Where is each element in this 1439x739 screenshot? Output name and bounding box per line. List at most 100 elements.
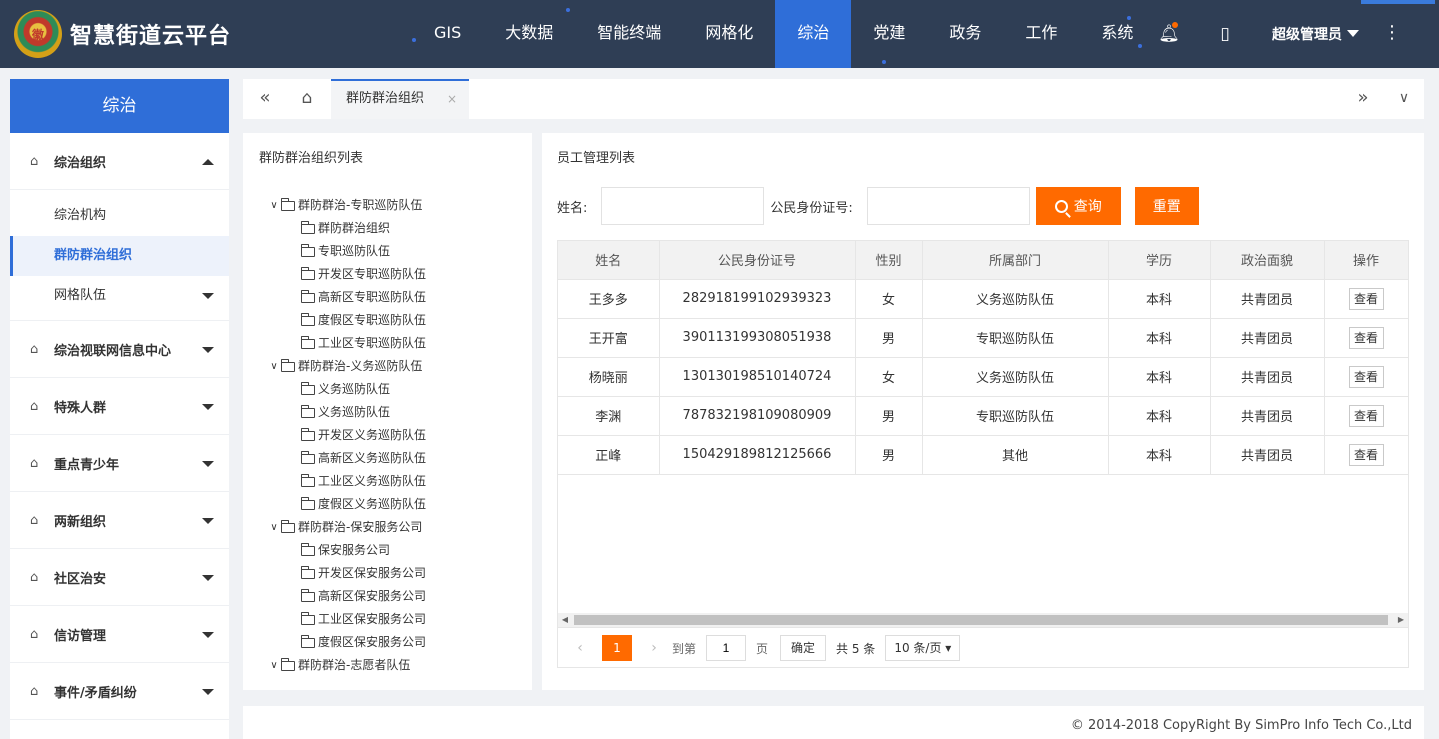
chevron-down-icon[interactable]: ∨ xyxy=(1384,79,1424,119)
home-icon: ⌂ xyxy=(30,684,39,699)
folder-icon xyxy=(281,657,295,671)
tree-node[interactable]: 保安服务公司 xyxy=(259,539,532,562)
tree-node[interactable]: 群防群治组织 xyxy=(259,217,532,240)
tree-node[interactable]: ∨ 群防群治-志愿者队伍 xyxy=(259,654,532,677)
tree-node[interactable]: 高新区义务巡防队伍 xyxy=(259,447,532,470)
sidebar: 综治 ⌂ 综治组织综治机构群防群治组织 网格队伍 ⌂ 综治视联网信息中心 ⌂ 特殊人群 ⌂ 重点… xyxy=(10,79,229,739)
tree-node[interactable]: 义务巡防队伍 xyxy=(259,378,532,401)
horizontal-scrollbar[interactable]: ◀ ▶ xyxy=(558,613,1408,627)
folder-icon xyxy=(301,312,315,326)
sidebar-group[interactable]: ⌂ 重点青少年 xyxy=(10,435,229,492)
nav-item[interactable]: 工作 xyxy=(1003,0,1079,68)
view-button[interactable]: 查看 xyxy=(1348,365,1384,388)
cell-gender: 男 xyxy=(855,396,923,436)
expand-toggle-icon[interactable]: ∨ xyxy=(267,194,281,217)
sidebar-group[interactable]: ⌂ 综治视联网信息中心 xyxy=(10,321,229,378)
sidebar-subitem[interactable]: 综治机构 xyxy=(10,196,229,236)
close-icon[interactable]: × xyxy=(447,81,457,117)
search-form: 姓名: 公民身份证号: 查询 重置 xyxy=(557,187,1199,225)
nav-item[interactable]: 智能终端 xyxy=(575,0,683,68)
scroll-right-icon[interactable]: ▶ xyxy=(1394,613,1408,627)
table-header-row: 姓名 公民身份证号 性别 所属部门 学历 政治面貌 操作 xyxy=(558,241,1409,280)
nav-item[interactable]: 网格化 xyxy=(683,0,775,68)
tree-node[interactable]: 开发区保安服务公司 xyxy=(259,562,532,585)
tree-node[interactable]: ∨ 群防群治-专职巡防队伍 xyxy=(259,194,532,217)
app-logo[interactable]: 徽 智慧街道云平台 xyxy=(14,10,231,58)
nav-item[interactable]: 党建 xyxy=(851,0,927,68)
scroll-tabs-right-icon[interactable]: » xyxy=(1343,79,1383,119)
cell-gender: 女 xyxy=(855,357,923,397)
prev-page-icon[interactable]: ‹ xyxy=(570,640,590,656)
chevron-down-icon xyxy=(202,689,214,695)
column-header: 公民身份证号 xyxy=(659,241,856,280)
tree-node[interactable]: 工业区专职巡防队伍 xyxy=(259,332,532,355)
sidebar-group[interactable]: ⌂ 社区治安 xyxy=(10,549,229,606)
home-icon[interactable]: ⌂ xyxy=(287,79,327,119)
name-input[interactable] xyxy=(601,187,765,225)
tree-node[interactable]: 义务巡防队伍 xyxy=(259,401,532,424)
sidebar-group[interactable]: ⌂ 综治组织 xyxy=(10,133,229,190)
nav-item[interactable]: 大数据 xyxy=(483,0,575,68)
column-header: 性别 xyxy=(855,241,923,280)
nav-item[interactable]: GIS xyxy=(412,0,483,68)
sidebar-group[interactable]: ⌂ 特殊人群 xyxy=(10,378,229,435)
search-button-label: 查询 xyxy=(1073,198,1102,214)
column-header: 政治面貌 xyxy=(1210,241,1325,280)
tree-node[interactable]: 度假区义务巡防队伍 xyxy=(259,493,532,516)
tree-node-label: 开发区义务巡防队伍 xyxy=(318,428,427,442)
tree-node[interactable]: ∨ 群防群治-义务巡防队伍 xyxy=(259,355,532,378)
top-corner-button[interactable] xyxy=(1361,0,1435,4)
goto-confirm-button[interactable]: 确定 xyxy=(780,635,827,661)
expand-toggle-icon[interactable]: ∨ xyxy=(267,355,281,378)
chevron-down-icon xyxy=(202,347,214,353)
scroll-tabs-left-icon[interactable]: « xyxy=(245,79,285,119)
expand-toggle-icon[interactable]: ∨ xyxy=(267,654,281,677)
sidebar-subitem-label: 综治机构 xyxy=(54,208,107,223)
view-button[interactable]: 查看 xyxy=(1348,404,1384,427)
tree-node[interactable]: 度假区保安服务公司 xyxy=(259,631,532,654)
pagination: ‹ 1 › 到第 页 确定 共 5 条 10 条/页 ▾ xyxy=(558,627,1408,668)
tree-node[interactable]: 高新区专职巡防队伍 xyxy=(259,286,532,309)
sidebar-subitem[interactable]: 群防群治组织 xyxy=(10,236,229,276)
search-button[interactable]: 查询 xyxy=(1035,187,1121,225)
user-menu[interactable]: 超级管理员 xyxy=(1272,24,1359,44)
sidebar-subitem[interactable]: 网格队伍 xyxy=(10,276,229,316)
sidebar-group[interactable]: ⌂ 事件/矛盾纠纷 xyxy=(10,663,229,720)
nav-item[interactable]: 政务 xyxy=(927,0,1003,68)
tab-qunfang[interactable]: 群防群治组织 × xyxy=(331,79,469,119)
tree-node[interactable]: 工业区义务巡防队伍 xyxy=(259,470,532,493)
sidebar-group[interactable]: ⌂ 两新组织 xyxy=(10,492,229,549)
scroll-left-icon[interactable]: ◀ xyxy=(558,613,572,627)
mobile-icon[interactable]: ▯ xyxy=(1213,22,1237,46)
folder-icon xyxy=(301,335,315,349)
tree-node-label: 群防群治-专职巡防队伍 xyxy=(298,198,423,212)
tree-node[interactable]: 度假区专职巡防队伍 xyxy=(259,309,532,332)
chevron-up-icon xyxy=(202,159,214,165)
tree-node[interactable]: 专职巡防队伍 xyxy=(259,240,532,263)
sidebar-header: 综治 xyxy=(10,79,229,133)
view-button[interactable]: 查看 xyxy=(1348,443,1384,466)
view-button[interactable]: 查看 xyxy=(1348,287,1384,310)
tree-node[interactable]: 开发区义务巡防队伍 xyxy=(259,424,532,447)
expand-toggle-icon[interactable]: ∨ xyxy=(267,516,281,539)
tree-node[interactable]: 工业区保安服务公司 xyxy=(259,608,532,631)
column-header: 操作 xyxy=(1324,241,1409,280)
tree-node[interactable]: ∨ 群防群治-保安服务公司 xyxy=(259,516,532,539)
sidebar-group[interactable]: ⌂ 信访管理 xyxy=(10,606,229,663)
tree-node[interactable]: 开发区专职巡防队伍 xyxy=(259,263,532,286)
reset-button[interactable]: 重置 xyxy=(1134,187,1199,225)
view-button[interactable]: 查看 xyxy=(1348,326,1384,349)
next-page-icon[interactable]: › xyxy=(644,640,664,656)
cell-action: 查看 xyxy=(1324,396,1409,436)
bell-icon[interactable]: 🔔︎ xyxy=(1157,22,1181,46)
id-number-input[interactable] xyxy=(866,187,1030,225)
scrollbar-thumb[interactable] xyxy=(574,615,1388,625)
sidebar-group-label: 社区治安 xyxy=(54,571,107,587)
goto-page-input[interactable] xyxy=(706,635,747,661)
nav-item[interactable]: 系统 xyxy=(1079,0,1155,68)
tree-node[interactable]: 高新区保安服务公司 xyxy=(259,585,532,608)
current-page[interactable]: 1 xyxy=(602,635,632,661)
nav-item[interactable]: 综治 xyxy=(775,0,852,68)
page-size-select[interactable]: 10 条/页 ▾ xyxy=(885,635,961,661)
more-vertical-icon[interactable]: ⋮ xyxy=(1383,22,1401,43)
